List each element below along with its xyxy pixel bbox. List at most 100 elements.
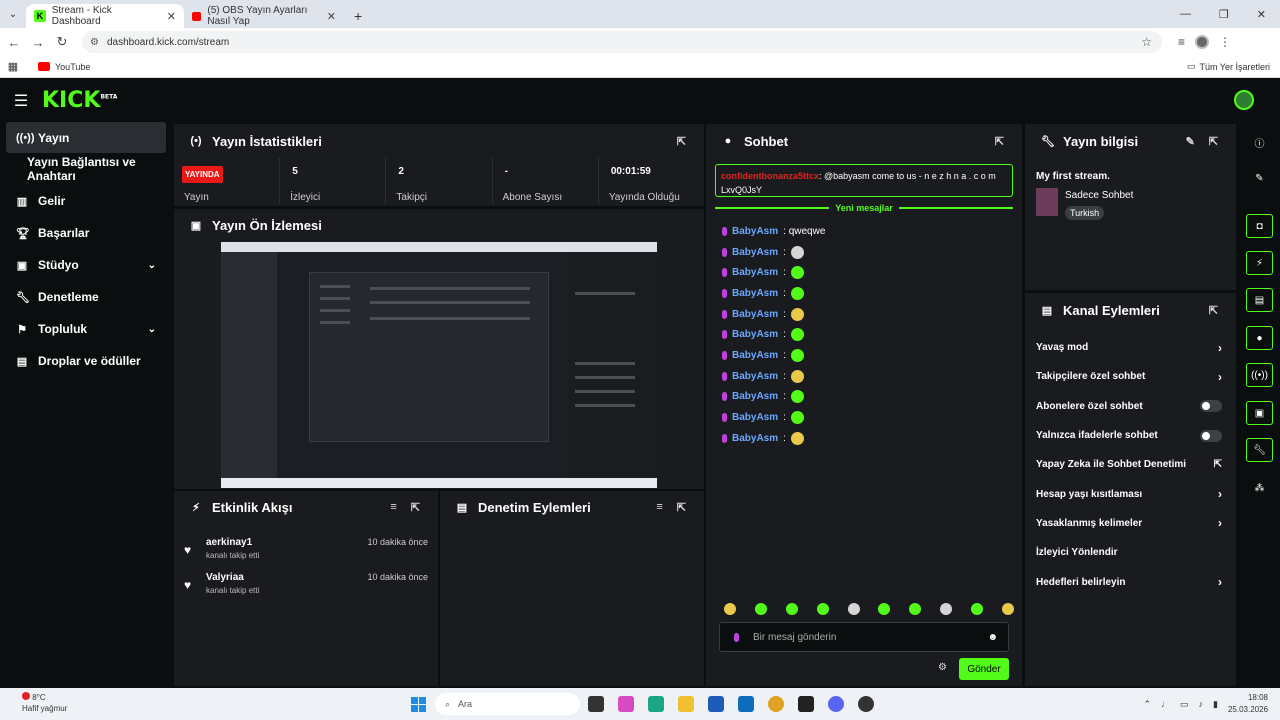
tab-list-button[interactable]: ⌄ [0, 0, 26, 28]
pencil-icon[interactable]: ✎ [1246, 166, 1273, 190]
filter-icon[interactable]: ≡ [390, 501, 396, 514]
channel-action-item[interactable]: İzleyici Yönlendir [1025, 538, 1236, 567]
pinned-message[interactable]: confidentbonanza5ttcx: @babyasm come to … [715, 164, 1013, 197]
pinned-username[interactable]: confidentbonanza5ttcx [721, 171, 819, 181]
obs-icon[interactable] [858, 696, 874, 712]
apps-icon[interactable]: ▦ [0, 60, 26, 73]
copilot-icon[interactable] [618, 696, 634, 712]
activity-user[interactable]: aerkinay1 [206, 537, 252, 548]
widgets-icon[interactable]: ⁂ [1246, 476, 1273, 500]
popout-icon[interactable]: ⇱ [1209, 135, 1218, 148]
chat-message-input[interactable]: Bir mesaj gönderin ☻ [719, 622, 1009, 652]
activity-user[interactable]: Valyriaa [206, 572, 244, 583]
chevron-up-icon[interactable]: ⌃ [1143, 699, 1151, 710]
profile-avatar[interactable] [1195, 35, 1210, 49]
chat-username[interactable]: BabyAsm [732, 350, 778, 361]
kick-logo[interactable]: KICKBETA [42, 88, 117, 113]
chat-username[interactable]: BabyAsm [732, 247, 778, 258]
emote-icon[interactable] [909, 603, 922, 615]
all-bookmarks[interactable]: ▭ Tüm Yer İşaretleri [1187, 61, 1280, 72]
url-field[interactable]: ⚙ dashboard.kick.com/stream ☆ [82, 31, 1162, 53]
task-view-icon[interactable] [588, 696, 604, 712]
channel-action-item[interactable]: Yasaklanmış kelimeler › [1025, 509, 1236, 538]
new-tab-button[interactable]: + [344, 4, 372, 28]
emote-icon[interactable] [878, 603, 891, 615]
bolt-icon[interactable]: ⚡︎ [1246, 251, 1273, 275]
emoji-picker-icon[interactable]: ☻ [987, 632, 998, 643]
tab-obs-video[interactable]: (5) OBS Yayın Ayarları Nasıl Yap ✕ [184, 4, 344, 28]
filter-icon[interactable]: ≡ [656, 501, 662, 514]
channel-action-item[interactable]: Yavaş mod › [1025, 333, 1236, 362]
popout-icon[interactable]: ⇱ [995, 135, 1004, 148]
chat-bubble-icon[interactable]: ● [1246, 326, 1273, 350]
close-icon[interactable]: ✕ [167, 10, 176, 23]
windows-start-icon[interactable] [411, 697, 426, 712]
channel-action-item[interactable]: Yalnızca ifadelerle sohbet [1025, 421, 1236, 450]
sidebar-item-stream[interactable]: ((•)) Yayın [6, 122, 166, 153]
battery-icon[interactable]: ▮ [1213, 699, 1218, 710]
camera-icon[interactable]: ◘ [1246, 214, 1273, 238]
chat-username[interactable]: BabyAsm [732, 391, 778, 402]
clipboard-icon[interactable]: ▣ [1246, 401, 1273, 425]
channel-action-item[interactable]: Takipçilere özel sohbet › [1025, 362, 1236, 391]
file-explorer-icon[interactable] [678, 696, 694, 712]
edit-pencil-icon[interactable]: ✎ [1186, 135, 1195, 148]
sidebar-item-stream-key[interactable]: Yayın Bağlantısı ve Anahtarı [0, 153, 172, 185]
send-button[interactable]: Gönder [959, 658, 1009, 680]
chat-settings-gear-icon[interactable]: ⚙ [938, 662, 947, 673]
channel-action-item[interactable]: Abonelere özel sohbet [1025, 392, 1236, 421]
bookmark-youtube[interactable]: YouTube [38, 62, 90, 72]
sidebar-item-moderation[interactable]: 🔧︎ Denetleme [0, 281, 172, 313]
forward-icon[interactable]: → [26, 35, 50, 50]
popout-icon[interactable]: ⇱ [677, 135, 686, 148]
channel-action-item[interactable]: Hedefleri belirleyin › [1025, 567, 1236, 596]
chat-username[interactable]: BabyAsm [732, 433, 778, 444]
weather-widget[interactable]: 8°C Hafif yağmur [22, 692, 67, 714]
edge-icon[interactable] [648, 696, 664, 712]
emote-icon[interactable] [1001, 603, 1014, 615]
volume-icon[interactable]: ♪ [1199, 699, 1204, 709]
chat-username[interactable]: BabyAsm [732, 329, 778, 340]
clock[interactable]: 18:08 25.03.2026 [1228, 692, 1268, 716]
emote-icon[interactable] [785, 603, 798, 615]
emote-icon[interactable] [816, 603, 829, 615]
close-window-icon[interactable]: ✕ [1257, 8, 1266, 21]
chat-username[interactable]: BabyAsm [732, 309, 778, 320]
broadcast-icon[interactable]: ((•)) [1246, 363, 1273, 387]
display-icon[interactable]: ▭ [1180, 699, 1189, 710]
menu-icon[interactable]: ⋮ [1219, 35, 1231, 49]
emote-icon[interactable] [971, 603, 983, 615]
app-icon[interactable] [798, 696, 814, 712]
tab-kick-dashboard[interactable]: K Stream - Kick Dashboard ✕ [26, 4, 184, 28]
emote-icon[interactable] [940, 603, 953, 615]
restore-icon[interactable]: ❐ [1219, 8, 1229, 21]
outlook-icon[interactable] [738, 696, 754, 712]
close-icon[interactable]: ✕ [327, 10, 336, 23]
chat-username[interactable]: BabyAsm [732, 412, 778, 423]
toggle-switch[interactable] [1200, 400, 1222, 413]
mic-tray-icon[interactable]: ♩ [1161, 699, 1170, 709]
emote-icon[interactable] [754, 603, 767, 615]
chat-username[interactable]: BabyAsm [732, 226, 778, 237]
stream-preview-video[interactable] [221, 242, 657, 488]
chat-username[interactable]: BabyAsm [732, 267, 778, 278]
hamburger-menu-icon[interactable]: ☰ [0, 91, 42, 111]
sidebar-item-studio[interactable]: ▣ Stüdyo ⌄ [0, 249, 172, 281]
popout-icon[interactable]: ⇱ [411, 501, 420, 514]
chat-username[interactable]: BabyAsm [732, 288, 778, 299]
chat-username[interactable]: BabyAsm [732, 371, 778, 382]
chrome-icon[interactable] [768, 696, 784, 712]
popout-icon[interactable]: ⇱ [677, 501, 686, 514]
channel-action-item[interactable]: Yapay Zeka ile Sohbet Denetimi ⇱ [1025, 450, 1236, 479]
back-icon[interactable]: ← [2, 35, 26, 50]
emote-icon[interactable] [847, 603, 860, 615]
discord-icon[interactable] [828, 696, 844, 712]
sidebar-item-community[interactable]: ⚑ Topluluk ⌄ [0, 313, 172, 345]
minimize-icon[interactable]: — [1180, 8, 1191, 20]
info-icon[interactable]: ⓘ [1246, 130, 1273, 154]
sidebar-item-revenue[interactable]: ▥ Gelir [0, 185, 172, 217]
toggle-switch[interactable] [1200, 429, 1222, 442]
user-avatar[interactable] [1234, 90, 1254, 110]
channel-action-item[interactable]: Hesap yaşı kısıtlaması › [1025, 479, 1236, 508]
sidebar-item-achievements[interactable]: 🏆︎ Başarılar [0, 217, 172, 249]
